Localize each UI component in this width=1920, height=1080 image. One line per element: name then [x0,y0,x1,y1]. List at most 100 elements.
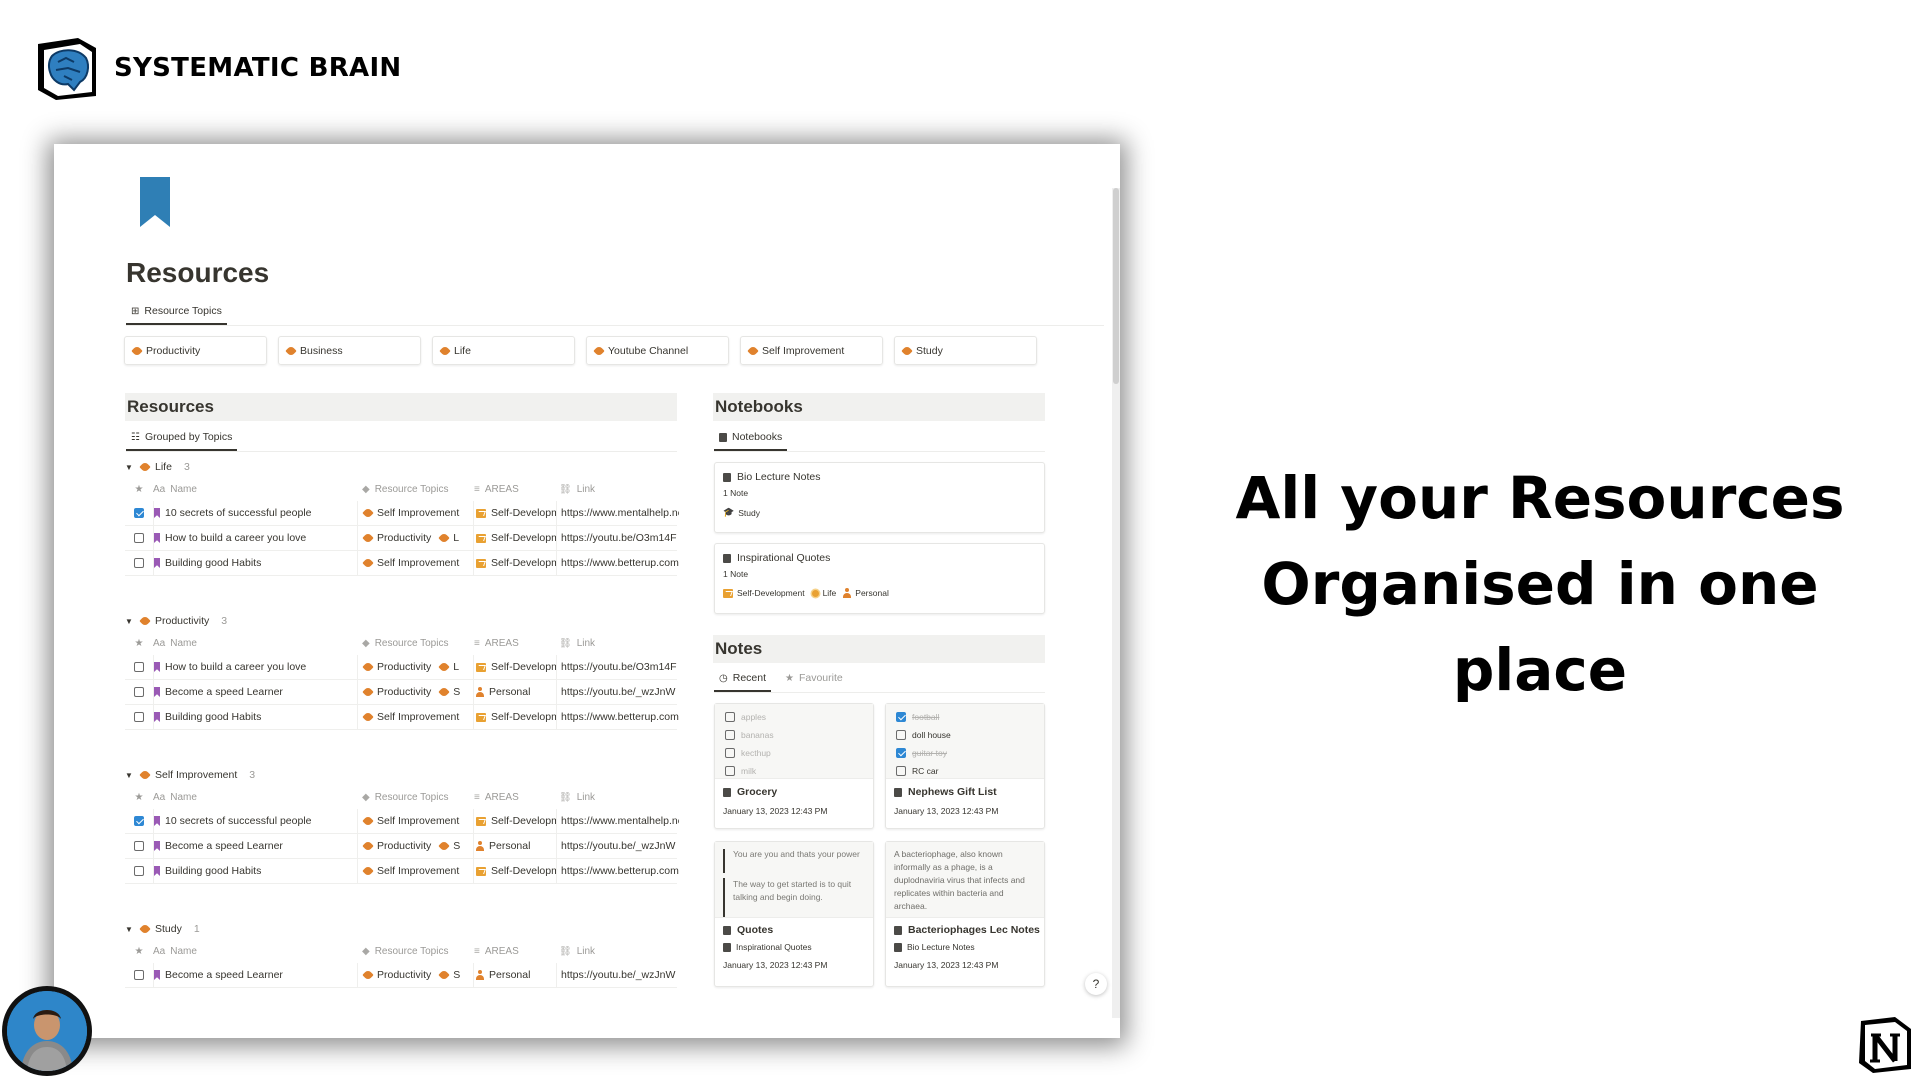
areas-cell[interactable]: Self-Development [474,526,557,550]
caret-down-icon[interactable]: ▼ [125,617,135,626]
checkbox-checked[interactable] [134,508,144,518]
link-cell[interactable]: https://youtu.be/_wzJnW [557,963,679,987]
name-cell[interactable]: Building good Habits [154,705,358,729]
name-cell[interactable]: How to build a career you love [154,655,358,679]
areas-cell[interactable]: Self-Development [474,655,557,679]
notebooks-heading[interactable]: Notebooks [713,393,1045,421]
topics-cell[interactable]: Productivity L [358,526,474,550]
table-row[interactable]: 10 secrets of successful people Self Impr… [125,501,679,526]
checkbox[interactable] [134,662,144,672]
resources-heading[interactable]: Resources [125,393,677,421]
checkbox[interactable] [134,558,144,568]
col-link[interactable]: Link [577,484,595,495]
col-areas[interactable]: AREAS [485,484,519,495]
page-title[interactable]: Resources [126,257,269,289]
tab-notebooks[interactable]: Notebooks [714,431,788,451]
todo-item[interactable]: football [886,708,1044,726]
table-row[interactable]: Become a speed Learner Productivity S Perso… [125,680,677,705]
notebook-card[interactable]: Bio Lecture Notes 1 Note 🎓 Study [714,462,1045,533]
topics-cell[interactable]: Self Improvement [358,859,474,883]
table-row[interactable]: How to build a career you love Productivi… [125,655,677,680]
link-cell[interactable]: https://www.mentalhelp.net [557,809,679,833]
col-areas[interactable]: AREAS [485,946,519,957]
checkbox[interactable] [896,766,906,776]
areas-cell[interactable]: Self-Development [474,551,557,575]
checkbox[interactable] [134,866,144,876]
topics-cell[interactable]: Productivity S [358,963,474,987]
checkbox[interactable] [134,687,144,697]
scroll-thumb[interactable] [1113,188,1119,384]
link-cell[interactable]: https://www.betterup.com [557,551,679,575]
table-row[interactable]: Become a speed Learner Productivity S Perso… [125,963,677,988]
topics-cell[interactable]: Self Improvement [358,809,474,833]
col-link[interactable]: Link [577,638,595,649]
topic-card[interactable]: Business [278,336,421,365]
checkbox[interactable] [134,970,144,980]
name-cell[interactable]: Building good Habits [154,551,358,575]
areas-cell[interactable]: Personal [474,963,557,987]
topic-card[interactable]: Self Improvement [740,336,883,365]
group-header[interactable]: ▼ Study 1 [125,919,677,939]
link-cell[interactable]: https://youtu.be/O3m14F [557,526,679,550]
todo-item[interactable]: milk [715,762,873,778]
link-cell[interactable]: https://www.betterup.com [557,859,679,883]
caret-down-icon[interactable]: ▼ [125,771,135,780]
col-topics[interactable]: Resource Topics [375,638,449,649]
col-name[interactable]: Name [170,484,197,495]
caret-down-icon[interactable]: ▼ [125,463,135,472]
group-header[interactable]: ▼ Productivity 3 [125,611,677,631]
resource-link[interactable]: https://www.betterup.com [561,711,679,723]
resource-link[interactable]: https://www.betterup.com [561,557,679,569]
col-topics[interactable]: Resource Topics [375,792,449,803]
topics-cell[interactable]: Productivity S [358,834,474,858]
topic-card[interactable]: Life [432,336,575,365]
link-cell[interactable]: https://www.mentalhelp.net [557,501,679,525]
col-areas[interactable]: AREAS [485,792,519,803]
note-card[interactable]: apples bananas kecthup milk Grocery Janu… [714,703,874,829]
topic-card[interactable]: Study [894,336,1037,365]
table-row[interactable]: How to build a career you love Productivi… [125,526,677,551]
col-topics[interactable]: Resource Topics [375,484,449,495]
areas-cell[interactable]: Self-Development [474,809,557,833]
resource-link[interactable]: https://youtu.be/_wzJnW [561,969,675,981]
tab-favourite[interactable]: ★ Favourite [780,672,848,690]
help-button[interactable]: ? [1085,973,1107,995]
table-row[interactable]: Building good Habits Self Improvement Self… [125,859,679,884]
link-cell[interactable]: https://youtu.be/_wzJnW [557,834,679,858]
todo-item[interactable]: RC car [886,762,1044,778]
caret-down-icon[interactable]: ▼ [125,925,135,934]
checkbox-checked[interactable] [896,712,906,722]
todo-item[interactable]: kecthup [715,744,873,762]
notebook-card[interactable]: Inspirational Quotes 1 Note Self-Develop… [714,543,1045,614]
areas-cell[interactable]: Personal [474,680,557,704]
scrollbar[interactable] [1112,188,1120,1018]
topics-cell[interactable]: Self Improvement [358,501,474,525]
col-link[interactable]: Link [577,792,595,803]
col-name[interactable]: Name [170,946,197,957]
tab-resource-topics[interactable]: ⊞ Resource Topics [126,305,227,325]
checkbox[interactable] [725,748,735,758]
name-cell[interactable]: Building good Habits [154,859,358,883]
notes-heading[interactable]: Notes [713,635,1045,663]
note-card[interactable]: football doll house guitar toy RC car Ne… [885,703,1045,829]
areas-cell[interactable]: Self-Development [474,501,557,525]
group-header[interactable]: ▼ Life 3 [125,457,677,477]
table-row[interactable]: Building good Habits Self Improvement Self… [125,705,679,730]
link-cell[interactable]: https://youtu.be/O3m14F [557,655,679,679]
note-card[interactable]: A bacteriophage, also known informally a… [885,841,1045,987]
table-row[interactable]: Become a speed Learner Productivity S Perso… [125,834,677,859]
todo-item[interactable]: apples [715,708,873,726]
topics-cell[interactable]: Self Improvement [358,551,474,575]
col-link[interactable]: Link [577,946,595,957]
resource-link[interactable]: https://youtu.be/O3m14F [561,532,677,544]
resource-link[interactable]: https://youtu.be/_wzJnW [561,686,675,698]
name-cell[interactable]: Become a speed Learner [154,834,358,858]
checkbox[interactable] [725,730,735,740]
col-name[interactable]: Name [170,792,197,803]
topic-card[interactable]: Productivity [124,336,267,365]
areas-cell[interactable]: Self-Development [474,859,557,883]
topics-cell[interactable]: Productivity S [358,680,474,704]
topics-cell[interactable]: Self Improvement [358,705,474,729]
checkbox[interactable] [134,841,144,851]
todo-item[interactable]: doll house [886,726,1044,744]
